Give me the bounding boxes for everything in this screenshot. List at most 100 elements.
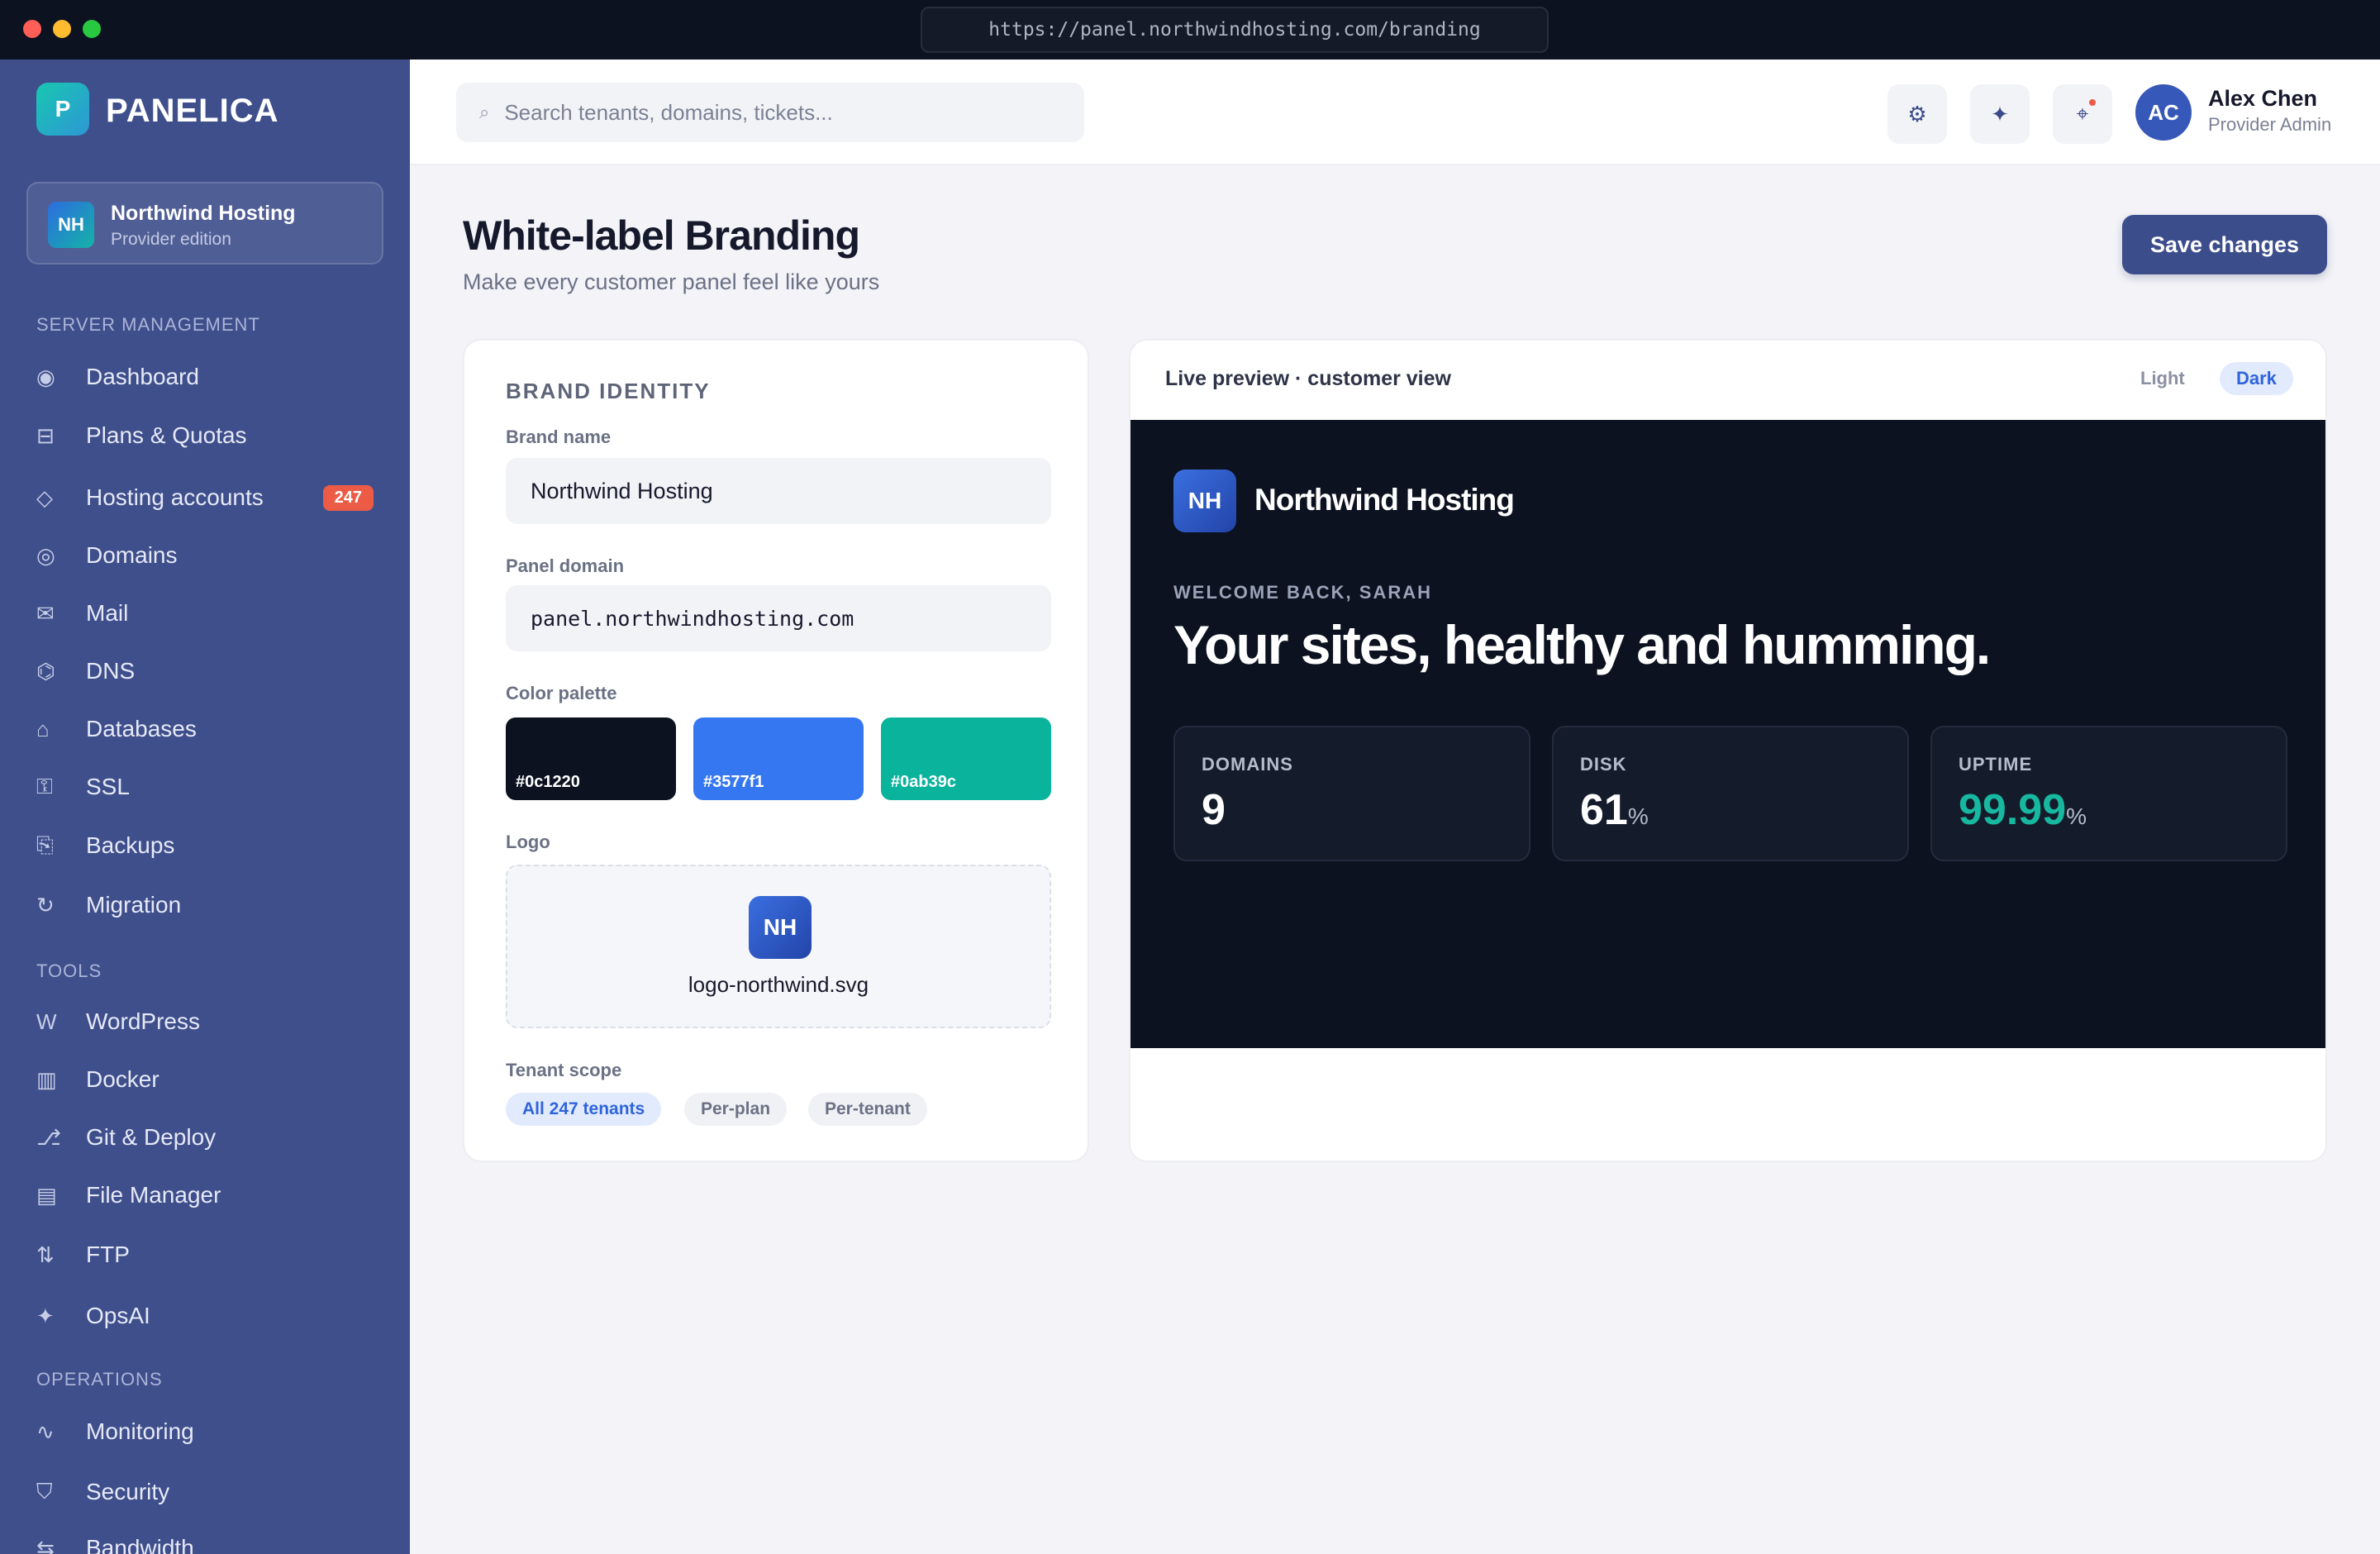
avatar[interactable]: AC <box>2135 84 2192 141</box>
maximize-window-button[interactable] <box>83 20 101 38</box>
dns-icon: ⌬ <box>36 658 55 684</box>
close-window-button[interactable] <box>23 20 41 38</box>
sidebar-item-label: OpsAI <box>86 1303 150 1328</box>
swatch-hex: #0c1220 <box>516 773 580 791</box>
sparkle-icon: ✦ <box>1991 101 2009 126</box>
sidebar-item-file-manager[interactable]: ▤ File Manager <box>36 1175 383 1216</box>
sidebar-item-bandwidth[interactable]: ⇆ Bandwidth <box>36 1528 383 1554</box>
sidebar: P PANELICA NH Northwind Hosting Provider… <box>0 60 410 1554</box>
preview-title: Live preview · customer view <box>1165 367 1451 390</box>
sidebar-item-plans-quotas[interactable]: ⊟ Plans & Quotas <box>36 415 383 456</box>
stat-value: 9 <box>1202 786 1226 834</box>
sidebar-item-hosting-accounts[interactable]: ◇ Hosting accounts 247 <box>36 477 383 518</box>
logo-upload-dropzone[interactable]: NH logo-northwind.svg <box>506 865 1051 1028</box>
url-bar[interactable]: https://panel.northwindhosting.com/brand… <box>921 7 1549 53</box>
preview-welcome-text: WELCOME BACK, SARAH <box>1173 582 1432 603</box>
live-preview-card: Live preview · customer view Light Dark … <box>1129 339 2327 1162</box>
monitoring-icon: ∿ <box>36 1418 55 1444</box>
tenant-avatar: NH <box>48 202 94 248</box>
swatch-hex: #0ab39c <box>891 773 956 791</box>
domains-icon: ◎ <box>36 542 55 568</box>
bandwidth-icon: ⇆ <box>36 1535 55 1554</box>
sidebar-item-opsai[interactable]: ✦ OpsAI <box>36 1295 383 1337</box>
window-chrome: https://panel.northwindhosting.com/brand… <box>0 0 2380 60</box>
search-input[interactable]: ⌕ Search tenants, domains, tickets... <box>456 83 1084 142</box>
scope-chip-per-tenant[interactable]: Per-tenant <box>808 1093 927 1126</box>
preview-logo-icon: NH <box>1173 470 1236 532</box>
section-title-server-management: SERVER MANAGEMENT <box>36 314 260 335</box>
sidebar-item-label: Bandwidth <box>86 1535 194 1554</box>
sidebar-item-ftp[interactable]: ⇅ FTP <box>36 1234 383 1275</box>
sidebar-item-label: Security <box>86 1479 170 1504</box>
dashboard-icon: ◉ <box>36 364 55 389</box>
sidebar-item-mail[interactable]: ✉ Mail <box>36 593 383 634</box>
sidebar-item-backups[interactable]: ⎘ Backups <box>36 825 383 866</box>
preview-mode-dark[interactable]: Dark <box>2220 362 2293 395</box>
ssl-icon: ⚿ <box>36 774 53 798</box>
color-swatch-primary[interactable]: #0c1220 <box>506 717 676 800</box>
databases-icon: ⌂ <box>36 716 50 741</box>
color-swatch-accent[interactable]: #3577f1 <box>693 717 864 800</box>
app-logo-icon: P <box>36 83 89 136</box>
scope-chip-per-plan[interactable]: Per-plan <box>684 1093 788 1126</box>
sparkle-icon: ✦ <box>36 1303 55 1328</box>
stat-label: DISK <box>1580 754 1627 775</box>
sidebar-item-dns[interactable]: ⌬ DNS <box>36 651 383 692</box>
card-heading: BRAND IDENTITY <box>506 379 711 403</box>
stat-value: 61% <box>1580 786 1649 834</box>
stat-label: UPTIME <box>1959 754 2033 775</box>
sidebar-item-git-deploy[interactable]: ⎇ Git & Deploy <box>36 1117 383 1158</box>
sidebar-item-dashboard[interactable]: ◉ Dashboard <box>36 356 383 398</box>
sidebar-item-label: SSL <box>86 774 130 799</box>
panel-domain-input[interactable]: panel.northwindhosting.com <box>506 585 1051 651</box>
sidebar-item-label: Domains <box>86 542 178 568</box>
settings-button[interactable]: ⚙ <box>1887 84 1947 144</box>
save-changes-button[interactable]: Save changes <box>2122 215 2327 274</box>
user-name: Alex Chen <box>2208 86 2318 111</box>
tenant-switcher[interactable]: NH Northwind Hosting Provider edition <box>26 182 383 265</box>
sidebar-item-label: Monitoring <box>86 1418 194 1444</box>
tenant-edition: Provider edition <box>111 230 231 249</box>
scope-chip-all-tenants[interactable]: All 247 tenants <box>506 1093 662 1126</box>
sidebar-item-label: WordPress <box>86 1008 200 1034</box>
ai-assist-button[interactable]: ✦ <box>1970 84 2030 144</box>
sidebar-item-label: Migration <box>86 892 182 918</box>
sidebar-item-wordpress[interactable]: W WordPress <box>36 1001 383 1042</box>
stat-value: 99.99% <box>1959 786 2087 834</box>
color-swatch-success[interactable]: #0ab39c <box>881 717 1051 800</box>
sidebar-item-label: FTP <box>86 1242 130 1267</box>
page-title: White-label Branding <box>463 212 860 259</box>
stat-card-disk: DISK 61% <box>1552 726 1909 861</box>
customer-panel-preview: NH Northwind Hosting WELCOME BACK, SARAH… <box>1130 420 2325 1048</box>
docker-icon: ▥ <box>36 1066 57 1092</box>
wordpress-icon: W <box>36 1008 57 1034</box>
sidebar-item-security[interactable]: ⛉ Security <box>36 1471 383 1513</box>
sidebar-item-docker[interactable]: ▥ Docker <box>36 1059 383 1100</box>
stat-label: DOMAINS <box>1202 754 1293 775</box>
sidebar-item-domains[interactable]: ◎ Domains <box>36 535 383 576</box>
preview-mode-light[interactable]: Light <box>2129 362 2197 395</box>
preview-headline: Your sites, healthy and humming. <box>1173 614 1991 675</box>
notifications-button[interactable]: ⌖ <box>2053 84 2112 144</box>
section-title-tools: TOOLS <box>36 961 102 981</box>
sidebar-item-label: DNS <box>86 658 136 684</box>
sidebar-item-ssl[interactable]: ⚿ SSL <box>36 766 383 808</box>
tenant-name: Northwind Hosting <box>111 202 296 225</box>
sidebar-item-monitoring[interactable]: ∿ Monitoring <box>36 1411 383 1452</box>
minimize-window-button[interactable] <box>53 20 71 38</box>
backups-icon: ⎘ <box>36 832 54 857</box>
app-brand-name: PANELICA <box>106 93 279 129</box>
search-placeholder: Search tenants, domains, tickets... <box>504 99 833 125</box>
brand-name-input[interactable]: Northwind Hosting <box>506 458 1051 524</box>
sidebar-item-migration[interactable]: ↻ Migration <box>36 884 383 926</box>
logo-filename: logo-northwind.svg <box>688 972 869 997</box>
sidebar-item-label: Git & Deploy <box>86 1124 217 1150</box>
tenant-scope-label: Tenant scope <box>506 1060 622 1080</box>
mail-icon: ✉ <box>36 600 55 626</box>
sidebar-item-label: Docker <box>86 1066 159 1092</box>
top-bar: ⌕ Search tenants, domains, tickets... ⚙ … <box>410 60 2380 165</box>
gear-icon: ⚙ <box>1907 101 1927 126</box>
sidebar-item-label: Databases <box>86 716 197 741</box>
stat-card-domains: DOMAINS 9 <box>1173 726 1530 861</box>
sidebar-item-databases[interactable]: ⌂ Databases <box>36 708 383 750</box>
